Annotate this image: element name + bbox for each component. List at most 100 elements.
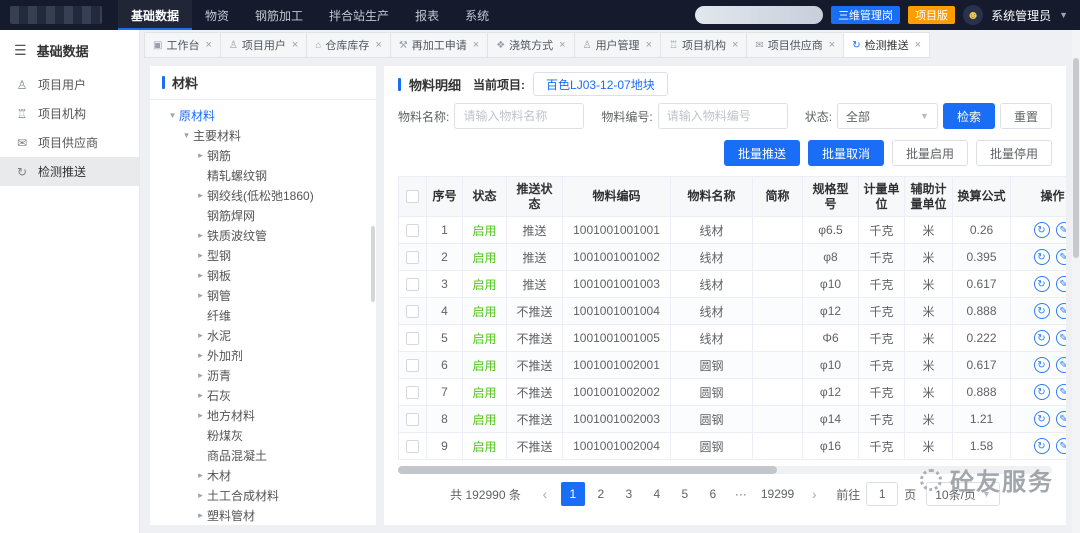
tree-node[interactable]: ▸水泥 <box>150 325 376 345</box>
push-action-icon[interactable]: ↻ <box>1034 303 1050 319</box>
tree-node[interactable]: ▸型钢 <box>150 245 376 265</box>
edit-action-icon[interactable]: ✎ <box>1056 330 1067 346</box>
expand-arrow-icon[interactable]: ▸ <box>194 190 207 201</box>
horizontal-scrollbar[interactable] <box>398 466 1052 474</box>
tree-node[interactable]: ▸钢板 <box>150 265 376 285</box>
tab-item[interactable]: ⌂仓库库存× <box>306 32 390 58</box>
expand-arrow-icon[interactable]: ▾ <box>166 110 179 121</box>
expand-arrow-icon[interactable]: ▸ <box>194 510 207 521</box>
expand-arrow-icon[interactable]: ▸ <box>194 470 207 481</box>
search-button[interactable]: 检索 <box>943 103 995 129</box>
tab-close-icon[interactable]: × <box>559 39 565 51</box>
row-checkbox[interactable] <box>406 386 419 399</box>
reset-button[interactable]: 重置 <box>1000 103 1052 129</box>
push-action-icon[interactable]: ↻ <box>1034 276 1050 292</box>
current-project-value[interactable]: 百色LJ03-12-07地块 <box>533 72 668 96</box>
top-menu-item[interactable]: 物资 <box>192 0 242 30</box>
expand-arrow-icon[interactable]: ▸ <box>194 350 207 361</box>
page-number-button[interactable]: 2 <box>589 482 613 506</box>
batch-action-button[interactable]: 批量停用 <box>976 140 1052 166</box>
row-checkbox[interactable] <box>406 413 419 426</box>
row-checkbox[interactable] <box>406 359 419 372</box>
page-number-button[interactable]: 5 <box>673 482 697 506</box>
tab-close-icon[interactable]: × <box>915 39 921 51</box>
edit-action-icon[interactable]: ✎ <box>1056 303 1067 319</box>
page-number-button[interactable]: 1 <box>561 482 585 506</box>
top-menu-item[interactable]: 拌合站生产 <box>316 0 402 30</box>
push-action-icon[interactable]: ↻ <box>1034 438 1050 454</box>
sidebar-item[interactable]: ✉项目供应商 <box>0 128 139 157</box>
edit-action-icon[interactable]: ✎ <box>1056 276 1067 292</box>
push-action-icon[interactable]: ↻ <box>1034 222 1050 238</box>
tree-node[interactable]: ▸铁质波纹管 <box>150 225 376 245</box>
edit-action-icon[interactable]: ✎ <box>1056 249 1067 265</box>
tree-node[interactable]: ▸石灰 <box>150 385 376 405</box>
material-name-input[interactable] <box>454 103 584 129</box>
status-select[interactable]: 全部 ▼ <box>837 103 938 129</box>
tree-scrollbar[interactable] <box>371 226 375 302</box>
top-menu-item[interactable]: 系统 <box>452 0 502 30</box>
edit-action-icon[interactable]: ✎ <box>1056 222 1067 238</box>
tab-item[interactable]: ↻检测推送× <box>843 32 930 58</box>
tab-close-icon[interactable]: × <box>473 39 479 51</box>
goto-page-input[interactable] <box>866 482 898 506</box>
tree-node[interactable]: 钢筋焊网 <box>150 205 376 225</box>
tree-node[interactable]: ▸钢管 <box>150 285 376 305</box>
sidebar-item[interactable]: ♖项目机构 <box>0 99 139 128</box>
select-all-checkbox[interactable] <box>406 190 419 203</box>
tab-item[interactable]: ❖浇筑方式× <box>487 32 574 58</box>
page-number-button[interactable]: 3 <box>617 482 641 506</box>
push-action-icon[interactable]: ↻ <box>1034 384 1050 400</box>
row-checkbox[interactable] <box>406 332 419 345</box>
tree-node[interactable]: ▸土工合成材料 <box>150 485 376 505</box>
expand-arrow-icon[interactable]: ▸ <box>194 230 207 241</box>
edit-action-icon[interactable]: ✎ <box>1056 438 1067 454</box>
push-action-icon[interactable]: ↻ <box>1034 330 1050 346</box>
top-menu-item[interactable]: 钢筋加工 <box>242 0 316 30</box>
window-scrollbar[interactable] <box>1072 30 1080 533</box>
tab-item[interactable]: ♙用户管理× <box>574 32 661 58</box>
user-name[interactable]: 系统管理员 <box>991 7 1051 24</box>
batch-action-button[interactable]: 批量启用 <box>892 140 968 166</box>
tree-node[interactable]: 精轧螺纹钢 <box>150 165 376 185</box>
tab-item[interactable]: ⚒再加工申请× <box>390 32 488 58</box>
tree-node[interactable]: ▸塑料管材 <box>150 505 376 525</box>
window-scrollbar-thumb[interactable] <box>1073 58 1079 258</box>
row-checkbox[interactable] <box>406 224 419 237</box>
tab-close-icon[interactable]: × <box>205 39 211 51</box>
tab-item[interactable]: ♖项目机构× <box>660 32 747 58</box>
tree-node[interactable]: 纤维 <box>150 305 376 325</box>
push-action-icon[interactable]: ↻ <box>1034 357 1050 373</box>
row-checkbox[interactable] <box>406 440 419 453</box>
user-avatar[interactable]: ☻ <box>963 5 983 25</box>
tree-node[interactable]: ▾原材料 <box>150 105 376 125</box>
edit-action-icon[interactable]: ✎ <box>1056 384 1067 400</box>
tab-close-icon[interactable]: × <box>732 39 738 51</box>
edit-action-icon[interactable]: ✎ <box>1056 357 1067 373</box>
tree-node[interactable]: ▸沥青 <box>150 365 376 385</box>
tab-item[interactable]: ▣工作台× <box>144 32 221 58</box>
tree-node[interactable]: 粉煤灰 <box>150 425 376 445</box>
expand-arrow-icon[interactable]: ▸ <box>194 390 207 401</box>
tree-node[interactable]: ▸外加剂 <box>150 345 376 365</box>
tab-item[interactable]: ✉项目供应商× <box>746 32 844 58</box>
tree-node[interactable]: 商品混凝土 <box>150 445 376 465</box>
batch-action-button[interactable]: 批量推送 <box>724 140 800 166</box>
top-search-input[interactable] <box>695 6 823 24</box>
tree-node[interactable]: ▾主要材料 <box>150 125 376 145</box>
top-menu-item[interactable]: 报表 <box>402 0 452 30</box>
page-number-button[interactable]: 6 <box>701 482 725 506</box>
tab-item[interactable]: ♙项目用户× <box>220 32 307 58</box>
expand-arrow-icon[interactable]: ▸ <box>194 250 207 261</box>
tree-node[interactable]: ▸钢绞线(低松弛1860) <box>150 185 376 205</box>
top-menu-item[interactable]: 基础数据 <box>118 0 192 30</box>
page-size-select[interactable]: 10条/页 ▼ <box>926 482 1000 506</box>
page-number-button[interactable]: 19299 <box>757 482 798 506</box>
push-action-icon[interactable]: ↻ <box>1034 411 1050 427</box>
expand-arrow-icon[interactable]: ▾ <box>180 130 193 141</box>
user-menu-caret-icon[interactable]: ▼ <box>1059 10 1068 20</box>
tree-node[interactable]: ▸地方材料 <box>150 405 376 425</box>
expand-arrow-icon[interactable]: ▸ <box>194 410 207 421</box>
material-code-input[interactable] <box>658 103 788 129</box>
expand-arrow-icon[interactable]: ▸ <box>194 290 207 301</box>
